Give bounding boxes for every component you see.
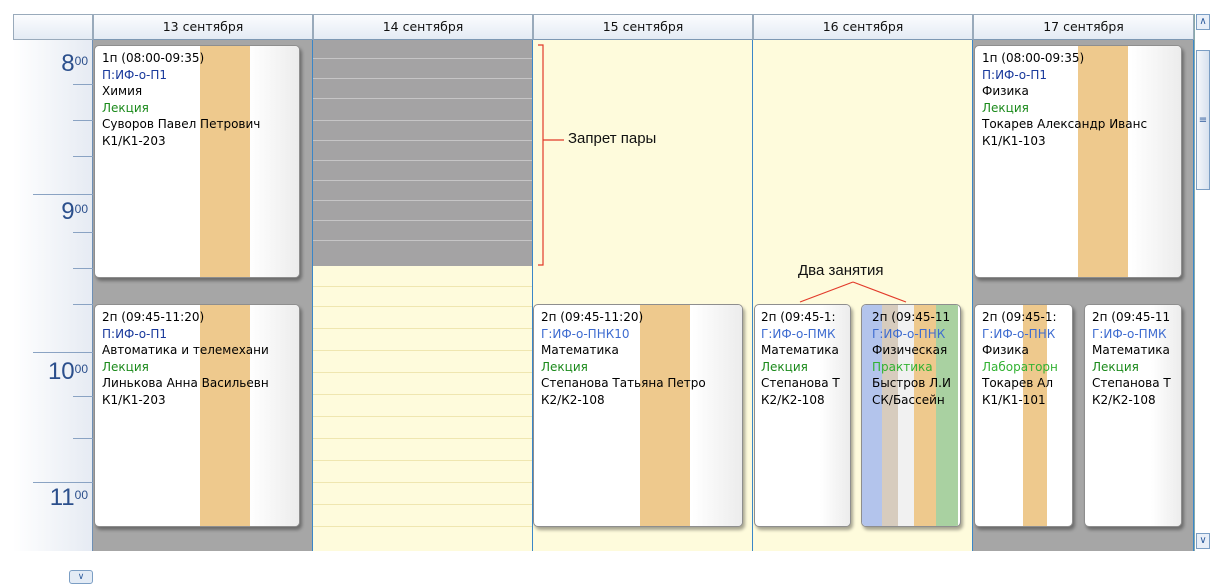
lesson-room: СК/Бассейн bbox=[872, 392, 945, 407]
lesson-room: К1/К1-101 bbox=[982, 392, 1046, 407]
lesson-room: К1/К1-103 bbox=[982, 133, 1046, 148]
lesson-text: 1п (08:00-09:35) П:ИФ-о-П1 Химия Лекция … bbox=[102, 50, 299, 149]
lesson-group: Г:ИФ-о-ПМК bbox=[1092, 326, 1167, 341]
lesson-type: Лекция bbox=[982, 100, 1029, 115]
lesson-teacher: Степанова Татьяна Петро bbox=[541, 376, 706, 390]
lesson-subject: Химия bbox=[102, 84, 143, 98]
lesson-teacher: Линькова Анна Васильевн bbox=[102, 376, 269, 390]
chevron-down-icon: ∨ bbox=[1199, 535, 1207, 546]
lesson-time: 2п (09:45-11 bbox=[1092, 310, 1171, 324]
lesson-room: К2/К2-108 bbox=[761, 392, 825, 407]
lesson-room: К1/К1-203 bbox=[102, 133, 166, 148]
lesson-type: Лабораторн bbox=[982, 359, 1058, 374]
lesson-teacher: Токарев Ал bbox=[982, 376, 1054, 390]
lesson-group: Г:ИФ-о-ПНК bbox=[872, 326, 946, 341]
lesson-group: Г:ИФ-о-ПНК bbox=[982, 326, 1056, 341]
vertical-scrollbar[interactable]: ∧ ≡ ∨ bbox=[1194, 14, 1210, 551]
lesson-room: К2/К2-108 bbox=[1092, 392, 1156, 407]
lesson-text: 2п (09:45-11:20) Г:ИФ-о-ПНК10 Математика… bbox=[541, 309, 742, 408]
banned-bracket bbox=[538, 44, 544, 266]
lesson-subject: Физика bbox=[982, 84, 1029, 98]
lesson-room: К1/К1-203 bbox=[102, 392, 166, 407]
lesson-subject: Математика bbox=[541, 343, 619, 357]
lesson-type: Лекция bbox=[541, 359, 588, 374]
lesson-group: П:ИФ-о-П1 bbox=[102, 326, 168, 341]
lesson-teacher: Суворов Павел Петрович bbox=[102, 117, 261, 131]
lesson-group: Г:ИФ-о-ПНК10 bbox=[541, 326, 630, 341]
chevron-up-icon: ∧ bbox=[1199, 16, 1207, 27]
banned-annotation: Запрет пары bbox=[568, 130, 657, 147]
two-lessons-pointer bbox=[799, 281, 854, 303]
lesson-time: 2п (09:45-11:20) bbox=[541, 310, 644, 324]
lesson-group: П:ИФ-о-П1 bbox=[102, 67, 168, 82]
lesson-type: Лекция bbox=[102, 100, 149, 115]
lesson-type: Практика bbox=[872, 359, 933, 374]
lesson-group: Г:ИФ-о-ПМК bbox=[761, 326, 836, 341]
chevron-down-icon: ∨ bbox=[77, 572, 85, 582]
lesson-subject: Физика bbox=[982, 343, 1029, 357]
lesson-teacher: Токарев Александр Иванс bbox=[982, 117, 1148, 131]
lesson-teacher: Степанова Т bbox=[761, 376, 840, 390]
lesson-time: 1п (08:00-09:35) bbox=[102, 51, 205, 65]
lesson-group: П:ИФ-о-П1 bbox=[982, 67, 1048, 82]
lesson-teacher: Быстров Л.И bbox=[872, 376, 951, 390]
lesson-text: 2п (09:45-11 Г:ИФ-о-ПМК Математика Лекци… bbox=[1092, 309, 1181, 408]
lesson-text: 2п (09:45-11:20) П:ИФ-о-П1 Автоматика и … bbox=[102, 309, 299, 408]
lesson-room: К2/К2-108 bbox=[541, 392, 605, 407]
lesson-subject: Физическая bbox=[872, 343, 948, 357]
lesson-type: Лекция bbox=[761, 359, 808, 374]
scroll-thumb[interactable]: ≡ bbox=[1196, 50, 1210, 190]
lesson-time: 2п (09:45-11 bbox=[872, 310, 951, 324]
lesson-teacher: Степанова Т bbox=[1092, 376, 1171, 390]
lesson-subject: Автоматика и телемехани bbox=[102, 343, 269, 357]
two-lessons-pointer bbox=[852, 281, 907, 303]
lesson-subject: Математика bbox=[761, 343, 839, 357]
lesson-type: Лекция bbox=[102, 359, 149, 374]
lesson-text: 1п (08:00-09:35) П:ИФ-о-П1 Физика Лекция… bbox=[982, 50, 1181, 149]
lesson-time: 2п (09:45-11:20) bbox=[102, 310, 205, 324]
lesson-time: 2п (09:45-1: bbox=[761, 310, 836, 324]
lesson-text: 2п (09:45-1: Г:ИФ-о-ПНК Физика Лаборатор… bbox=[982, 309, 1072, 408]
two-lessons-annotation: Два занятия bbox=[798, 262, 884, 279]
scroll-up-button[interactable]: ∧ bbox=[1196, 14, 1210, 30]
grip-icon: ≡ bbox=[1198, 115, 1208, 126]
lesson-subject: Математика bbox=[1092, 343, 1170, 357]
lesson-type: Лекция bbox=[1092, 359, 1139, 374]
time-scroll-down-button[interactable]: ∨ bbox=[69, 570, 93, 584]
scroll-down-button[interactable]: ∨ bbox=[1196, 533, 1210, 549]
lesson-time: 1п (08:00-09:35) bbox=[982, 51, 1085, 65]
lesson-text: 2п (09:45-1: Г:ИФ-о-ПМК Математика Лекци… bbox=[761, 309, 850, 408]
lesson-text: 2п (09:45-11 Г:ИФ-о-ПНК Физическая Практ… bbox=[872, 309, 960, 408]
lesson-time: 2п (09:45-1: bbox=[982, 310, 1057, 324]
